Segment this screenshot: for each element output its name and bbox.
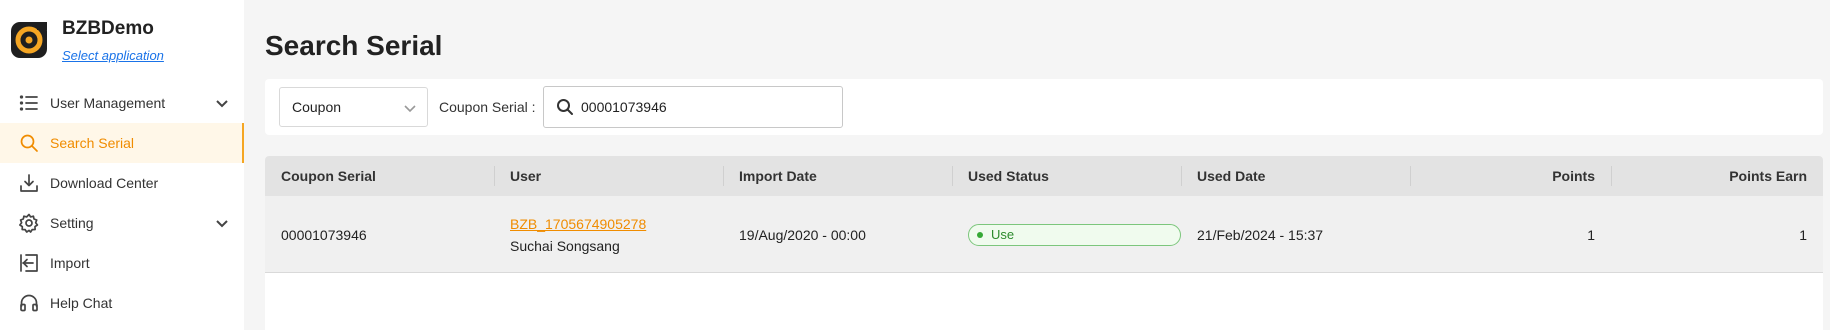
sidebar-item-download-center[interactable]: Download Center [0,163,244,203]
sidebar-item-help-chat[interactable]: Help Chat [0,283,244,323]
user-id-link[interactable]: BZB_1705674905278 [510,216,723,232]
main-content: Search Serial Coupon Coupon Serial : Cou… [244,0,1830,330]
status-badge-label: Use [991,227,1015,242]
serial-type-selected: Coupon [292,99,342,115]
column-header-used-date[interactable]: Used Date [1181,156,1410,196]
sidebar-item-search-serial[interactable]: Search Serial [0,123,244,163]
app-name: BZBDemo [62,18,154,39]
sidebar-nav: User Management Search Serial Download C… [0,83,244,323]
chevron-down-icon [403,101,417,115]
search-icon [557,99,573,115]
page-title: Search Serial [265,30,443,61]
column-header-used-status[interactable]: Used Status [952,156,1181,196]
download-icon [18,172,40,194]
list-icon [18,92,40,114]
search-icon [18,132,40,154]
column-header-points-earn[interactable]: Points Earn [1611,156,1823,196]
sidebar-item-label: Setting [50,215,94,231]
serial-type-select[interactable]: Coupon [279,87,428,127]
import-icon [18,252,40,274]
sidebar-item-user-management[interactable]: User Management [0,83,244,123]
filter-bar: Coupon Coupon Serial : [265,79,1823,135]
column-header-points[interactable]: Points [1410,156,1611,196]
cell-coupon-serial: 00001073946 [281,226,367,243]
headset-icon [18,292,40,314]
cell-user: BZB_1705674905278 Suchai Songsang [494,196,723,273]
sidebar: BZBDemo Select application User Manageme… [0,0,244,330]
table-row[interactable]: 00001073946 BZB_1705674905278 Suchai Son… [265,196,1823,273]
sidebar-item-label: User Management [50,95,166,111]
chevron-down-icon [214,215,230,231]
status-badge: Use [968,223,1181,246]
select-application-link[interactable]: Select application [62,48,164,63]
column-header-coupon-serial[interactable]: Coupon Serial [265,156,494,196]
results-table: Coupon Serial User Import Date Used Stat… [265,156,1823,330]
sidebar-item-label: Import [50,255,90,271]
column-header-user[interactable]: User [494,156,723,196]
cell-import-date: 19/Aug/2020 - 00:00 [739,226,866,243]
gear-icon [18,212,40,234]
app-logo [11,22,47,58]
cell-points: 1 [1587,226,1595,243]
cell-points-earn: 1 [1799,226,1807,243]
table-header: Coupon Serial User Import Date Used Stat… [265,156,1823,196]
coupon-serial-input[interactable] [581,99,831,115]
cell-used-date: 21/Feb/2024 - 15:37 [1197,226,1324,243]
sidebar-item-label: Download Center [50,175,159,191]
sidebar-item-import[interactable]: Import [0,243,244,283]
coupon-serial-label: Coupon Serial : [439,99,536,115]
sidebar-item-setting[interactable]: Setting [0,203,244,243]
cell-used-status: Use [952,196,1181,273]
user-name: Suchai Songsang [510,237,620,254]
column-header-import-date[interactable]: Import Date [723,156,952,196]
status-dot-icon [977,231,983,238]
sidebar-item-label: Search Serial [50,135,135,151]
chevron-down-icon [214,95,230,111]
coupon-serial-search[interactable] [543,86,843,128]
sidebar-item-label: Help Chat [50,295,113,311]
